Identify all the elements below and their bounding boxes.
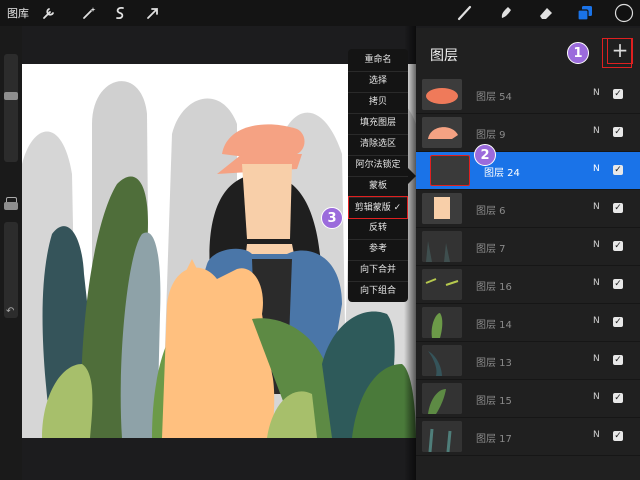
blend-mode-button[interactable]: N — [593, 430, 600, 440]
layers-panel: 图层 + 图层 54 N ✓ 图层 9 N ✓ 图层 24 N ✓ 图层 6 N… — [416, 28, 640, 480]
layer-name: 图层 15 — [476, 396, 512, 407]
visibility-checkbox[interactable]: ✓ — [613, 355, 623, 365]
blend-mode-button[interactable]: N — [593, 164, 600, 174]
layer-thumbnail — [422, 269, 462, 300]
layer-thumbnail — [422, 345, 462, 376]
layer-row[interactable]: 图层 6 N ✓ — [416, 190, 640, 228]
layer-row-active[interactable]: 图层 24 N ✓ — [416, 152, 640, 190]
layer-thumbnail — [422, 307, 462, 338]
layer-row[interactable]: 图层 7 N ✓ — [416, 228, 640, 266]
layer-name: 图层 16 — [476, 282, 512, 293]
blend-mode-button[interactable]: N — [593, 88, 600, 98]
layer-name: 图层 7 — [476, 244, 506, 255]
step-badge-1: 1 — [567, 42, 589, 64]
visibility-checkbox[interactable]: ✓ — [613, 431, 623, 441]
layer-thumbnail — [422, 383, 462, 414]
layer-row[interactable]: 图层 9 N ✓ — [416, 114, 640, 152]
visibility-checkbox[interactable]: ✓ — [613, 165, 623, 175]
menu-item-combine-down[interactable]: 向下组合 — [348, 280, 408, 303]
layer-thumbnail — [422, 117, 462, 148]
layer-thumbnail — [422, 79, 462, 110]
layer-row[interactable]: 图层 17 N ✓ — [416, 418, 640, 456]
layer-name: 图层 14 — [476, 320, 512, 331]
transform-arrow-icon[interactable] — [144, 4, 162, 22]
layer-row[interactable]: 图层 16 N ✓ — [416, 266, 640, 304]
menu-item-rename[interactable]: 重命名 — [348, 49, 408, 72]
brush-size-handle[interactable] — [4, 92, 18, 100]
visibility-checkbox[interactable]: ✓ — [613, 89, 623, 99]
menu-item-reference[interactable]: 参考 — [348, 238, 408, 261]
layer-thumbnail — [422, 193, 462, 224]
add-button-highlight — [602, 38, 632, 68]
layer-name: 图层 24 — [484, 168, 520, 179]
menu-item-alpha-lock[interactable]: 阿尔法锁定 — [348, 154, 408, 177]
eraser-icon[interactable] — [537, 4, 555, 22]
magic-wand-icon[interactable] — [80, 4, 98, 22]
menu-item-clear-selection[interactable]: 清除选区 — [348, 133, 408, 156]
menu-item-merge-down[interactable]: 向下合并 — [348, 259, 408, 282]
visibility-checkbox[interactable]: ✓ — [613, 317, 623, 327]
opacity-slider[interactable] — [4, 222, 18, 318]
layer-options-menu: 重命名 选择 拷贝 填充图层 清除选区 阿尔法锁定 蒙板 剪辑蒙版 ✓ 反转 参… — [348, 49, 408, 302]
smudge-icon[interactable] — [497, 4, 515, 22]
layer-name: 图层 17 — [476, 434, 512, 445]
menu-item-select[interactable]: 选择 — [348, 70, 408, 93]
layers-icon[interactable] — [576, 4, 594, 22]
blend-mode-button[interactable]: N — [593, 316, 600, 326]
menu-item-copy[interactable]: 拷贝 — [348, 91, 408, 114]
visibility-checkbox[interactable]: ✓ — [613, 393, 623, 403]
wrench-icon[interactable] — [40, 4, 58, 22]
brush-icon[interactable] — [456, 4, 474, 22]
menu-item-mask[interactable]: 蒙板 — [348, 175, 408, 198]
menu-item-clipping-mask[interactable]: 剪辑蒙版 ✓ — [348, 196, 408, 219]
left-sidebar: ↶ — [0, 26, 22, 480]
layer-row[interactable]: 图层 13 N ✓ — [416, 342, 640, 380]
layers-panel-title: 图层 — [430, 48, 458, 64]
layer-name: 图层 9 — [476, 130, 506, 141]
visibility-checkbox[interactable]: ✓ — [613, 203, 623, 213]
layer-thumbnail — [430, 155, 470, 186]
opacity-handle[interactable] — [4, 202, 18, 210]
menu-pointer — [408, 168, 416, 184]
blend-mode-button[interactable]: N — [593, 278, 600, 288]
blend-mode-button[interactable]: N — [593, 240, 600, 250]
layer-name: 图层 13 — [476, 358, 512, 369]
layer-thumbnail — [422, 231, 462, 262]
blend-mode-button[interactable]: N — [593, 354, 600, 364]
top-toolbar: 图库 — [0, 0, 640, 26]
menu-item-invert[interactable]: 反转 — [348, 217, 408, 240]
layer-row[interactable]: 图层 14 N ✓ — [416, 304, 640, 342]
visibility-checkbox[interactable]: ✓ — [613, 241, 623, 251]
blend-mode-button[interactable]: N — [593, 126, 600, 136]
selection-s-icon[interactable] — [111, 4, 129, 22]
step-badge-3: 3 — [321, 207, 343, 229]
layer-thumbnail — [422, 421, 462, 452]
layer-name: 图层 54 — [476, 92, 512, 103]
menu-item-fill-layer[interactable]: 填充图层 — [348, 112, 408, 135]
layer-row[interactable]: 图层 15 N ✓ — [416, 380, 640, 418]
undo-icon[interactable]: ↶ — [6, 306, 14, 317]
visibility-checkbox[interactable]: ✓ — [613, 127, 623, 137]
layer-row[interactable]: 图层 54 N ✓ — [416, 76, 640, 114]
layer-name: 图层 6 — [476, 206, 506, 217]
step-badge-2: 2 — [474, 144, 496, 166]
gallery-button[interactable]: 图库 — [7, 5, 29, 21]
visibility-checkbox[interactable]: ✓ — [613, 279, 623, 289]
blend-mode-button[interactable]: N — [593, 202, 600, 212]
color-swatch-icon[interactable] — [614, 3, 634, 23]
brush-size-slider[interactable] — [4, 54, 18, 162]
blend-mode-button[interactable]: N — [593, 392, 600, 402]
